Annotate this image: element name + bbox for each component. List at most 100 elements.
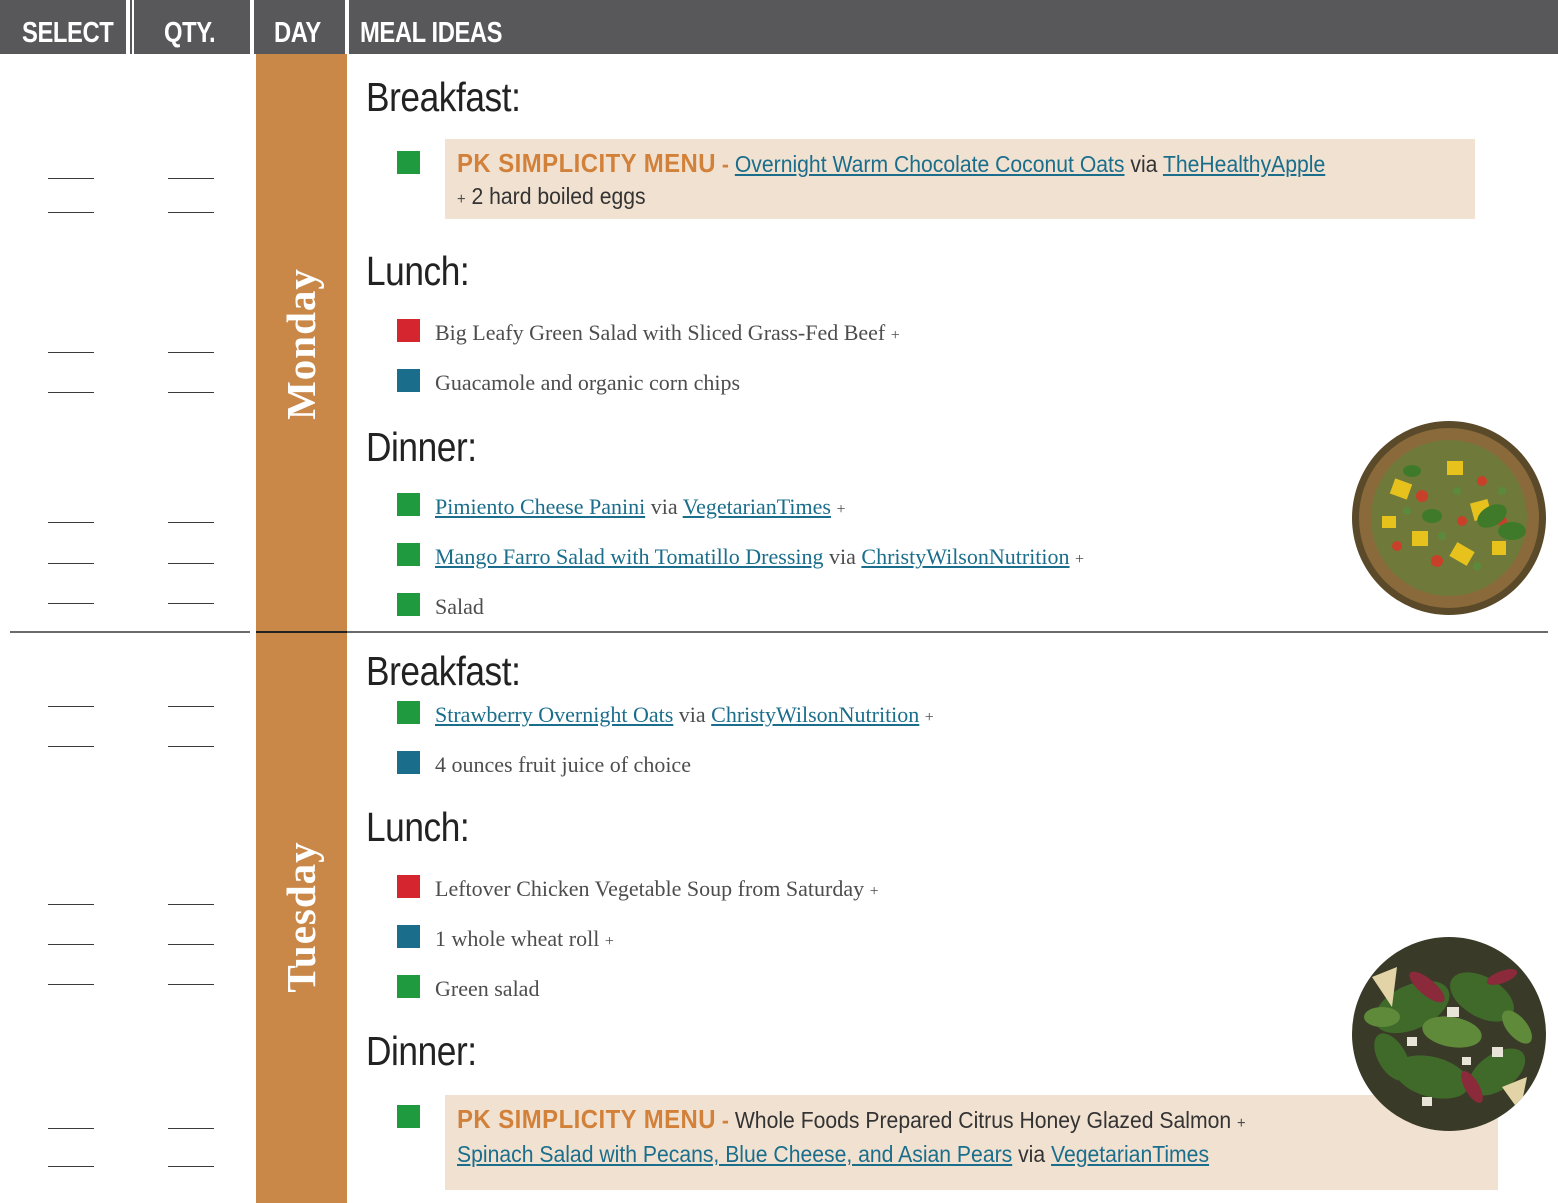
select-blank-line[interactable] [48, 212, 94, 213]
pk-menu-line: PK SIMPLICITY MENU - Overnight Warm Choc… [457, 148, 1325, 179]
pk-menu-line: PK SIMPLICITY MENU - Whole Foods Prepare… [457, 1104, 1246, 1135]
green-square-icon [397, 593, 420, 616]
list-item: Mango Farro Salad with Tomatillo Dressin… [435, 544, 1084, 570]
meal-heading-dinner: Dinner: [366, 1028, 477, 1074]
plus-sign: + [890, 327, 900, 344]
via-text: via [829, 544, 856, 569]
meal-heading-breakfast: Breakfast: [366, 648, 521, 694]
table-header [0, 0, 1558, 54]
select-blank-line[interactable] [48, 944, 94, 945]
pk-dash: - [721, 151, 729, 177]
item-text: Green salad [435, 976, 540, 1001]
item-text: Salad [435, 594, 484, 619]
green-square-icon [397, 701, 420, 724]
qty-blank-line[interactable] [168, 563, 214, 564]
recipe-link[interactable]: Overnight Warm Chocolate Coconut Oats [735, 151, 1125, 177]
item-text: 1 whole wheat roll [435, 926, 600, 951]
pk-menu-label: PK SIMPLICITY MENU [457, 1104, 717, 1134]
select-blank-line[interactable] [48, 746, 94, 747]
select-blank-line[interactable] [48, 522, 94, 523]
select-blank-line[interactable] [48, 706, 94, 707]
qty-blank-line[interactable] [168, 706, 214, 707]
plus-sign: + [836, 501, 846, 518]
plus-sign: + [924, 709, 934, 726]
via-text: via [1018, 1141, 1046, 1167]
qty-blank-line[interactable] [168, 178, 214, 179]
select-blank-line[interactable] [48, 178, 94, 179]
green-square-icon [397, 975, 420, 998]
meal-heading-lunch: Lunch: [366, 804, 470, 850]
header-qty: QTY. [164, 12, 216, 54]
source-link[interactable]: ChristyWilsonNutrition [861, 544, 1069, 569]
header-select: SELECT [22, 12, 114, 54]
recipe-link[interactable]: Mango Farro Salad with Tomatillo Dressin… [435, 544, 824, 569]
header-day: DAY [274, 12, 321, 54]
list-item: Big Leafy Green Salad with Sliced Grass-… [435, 320, 900, 346]
list-item: Green salad [435, 976, 539, 1002]
recipe-link[interactable]: Strawberry Overnight Oats [435, 702, 673, 727]
day-divider [347, 631, 1548, 633]
source-link[interactable]: VegetarianTimes [683, 494, 831, 519]
day-divider [256, 631, 347, 633]
blue-square-icon [397, 751, 420, 774]
red-square-icon [397, 875, 420, 898]
pk-menu-line-2: Spinach Salad with Pecans, Blue Cheese, … [457, 1141, 1209, 1168]
select-blank-line[interactable] [48, 603, 94, 604]
qty-blank-line[interactable] [168, 1166, 214, 1167]
source-link[interactable]: TheHealthyApple [1163, 151, 1325, 177]
plus-sign: + [604, 933, 614, 950]
plus-sign: + [869, 883, 879, 900]
recipe-link[interactable]: Pimiento Cheese Panini [435, 494, 645, 519]
qty-blank-line[interactable] [168, 212, 214, 213]
item-text: 2 hard boiled eggs [471, 183, 646, 209]
qty-blank-line[interactable] [168, 603, 214, 604]
plus-sign: + [1075, 551, 1085, 568]
qty-blank-line[interactable] [168, 944, 214, 945]
header-meal-ideas: MEAL IDEAS [360, 12, 503, 54]
list-item: Guacamole and organic corn chips [435, 370, 740, 396]
green-square-icon [397, 151, 420, 174]
header-separator [132, 0, 134, 54]
select-blank-line[interactable] [48, 984, 94, 985]
select-blank-line[interactable] [48, 352, 94, 353]
item-text: Big Leafy Green Salad with Sliced Grass-… [435, 320, 886, 345]
qty-blank-line[interactable] [168, 352, 214, 353]
source-link[interactable]: VegetarianTimes [1051, 1141, 1209, 1167]
select-blank-line[interactable] [48, 392, 94, 393]
list-item: 1 whole wheat roll + [435, 926, 614, 952]
blue-square-icon [397, 369, 420, 392]
red-square-icon [397, 319, 420, 342]
green-square-icon [397, 493, 420, 516]
food-photo [1352, 937, 1546, 1131]
item-text: Whole Foods Prepared Citrus Honey Glazed… [734, 1107, 1232, 1133]
qty-blank-line[interactable] [168, 984, 214, 985]
blue-square-icon [397, 925, 420, 948]
pk-menu-line-2: + 2 hard boiled eggs [457, 183, 646, 210]
recipe-link[interactable]: Spinach Salad with Pecans, Blue Cheese, … [457, 1141, 1012, 1167]
pk-dash: - [721, 1107, 729, 1133]
list-item: Salad [435, 594, 484, 620]
qty-blank-line[interactable] [168, 746, 214, 747]
select-blank-line[interactable] [48, 904, 94, 905]
meal-heading-lunch: Lunch: [366, 248, 470, 294]
plus-sign: + [457, 191, 466, 208]
item-text: Guacamole and organic corn chips [435, 370, 741, 395]
green-square-icon [397, 1105, 420, 1128]
qty-blank-line[interactable] [168, 1128, 214, 1129]
qty-blank-line[interactable] [168, 392, 214, 393]
day-label-monday: Monday [278, 268, 324, 420]
day-label-tuesday: Tuesday [278, 841, 324, 993]
select-blank-line[interactable] [48, 1128, 94, 1129]
list-item: 4 ounces fruit juice of choice [435, 752, 691, 778]
via-text: via [678, 702, 706, 727]
header-separator [126, 0, 130, 54]
via-text: via [650, 494, 678, 519]
select-blank-line[interactable] [48, 563, 94, 564]
qty-blank-line[interactable] [168, 522, 214, 523]
meal-heading-dinner: Dinner: [366, 424, 477, 470]
meal-heading-breakfast: Breakfast: [366, 74, 521, 120]
select-blank-line[interactable] [48, 1166, 94, 1167]
qty-blank-line[interactable] [168, 904, 214, 905]
pk-menu-label: PK SIMPLICITY MENU [457, 148, 717, 178]
source-link[interactable]: ChristyWilsonNutrition [711, 702, 919, 727]
